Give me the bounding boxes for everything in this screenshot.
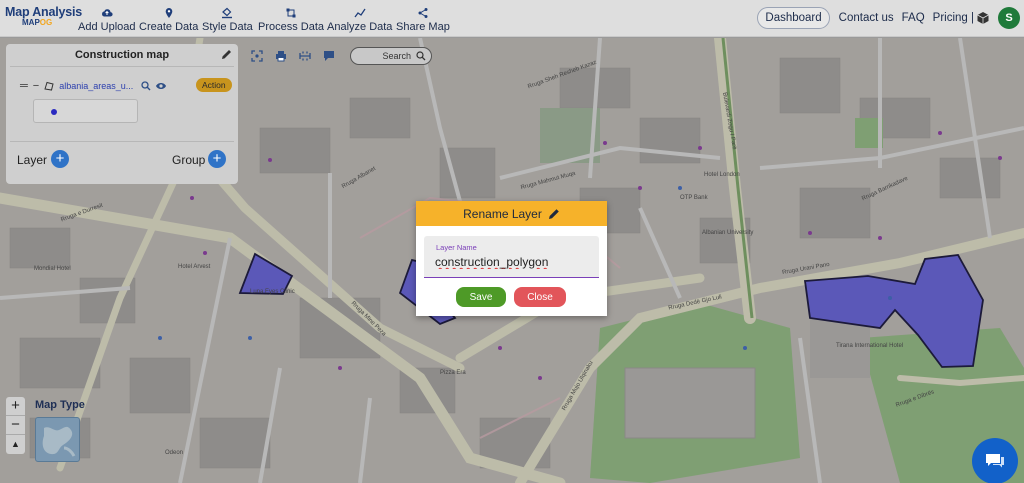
divider bbox=[10, 141, 234, 142]
zoom-out-button[interactable]: − bbox=[6, 416, 25, 435]
analyze-icon bbox=[353, 6, 367, 20]
cube-icon[interactable] bbox=[976, 11, 990, 25]
group-label: Group bbox=[172, 153, 206, 167]
nav-process-data[interactable]: Process Data bbox=[258, 6, 324, 33]
brand-logo[interactable]: Map Analysis MAPOG bbox=[5, 5, 83, 27]
rename-layer-dialog: Rename Layer Layer Name Save Close bbox=[416, 201, 607, 316]
chat-support-button[interactable] bbox=[972, 438, 1018, 483]
add-layer-button[interactable]: + bbox=[51, 150, 69, 168]
chat-bubble-icon bbox=[986, 454, 1004, 468]
share-icon bbox=[416, 6, 430, 20]
collapse-icon[interactable]: − bbox=[33, 80, 39, 92]
comment-icon[interactable] bbox=[322, 49, 336, 63]
edit-pencil-icon bbox=[548, 208, 559, 219]
search-input[interactable]: Search bbox=[350, 47, 432, 65]
compass-icon[interactable]: ▲ bbox=[6, 435, 25, 454]
right-nav: Dashboard Contact us FAQ Pricing | S bbox=[757, 7, 1020, 29]
layer-panel: Construction map ═ − albania_areas_u... … bbox=[6, 44, 238, 184]
nav-label: Process Data bbox=[258, 21, 325, 33]
nav-analyze-data[interactable]: Analyze Data bbox=[327, 6, 392, 33]
search-icon bbox=[416, 51, 426, 61]
map-type-label: Map Type bbox=[35, 399, 85, 411]
layer-item[interactable]: ═ − albania_areas_u... bbox=[20, 80, 167, 92]
nav-create-data[interactable]: Create Data bbox=[139, 6, 198, 33]
measure-icon[interactable] bbox=[298, 49, 312, 63]
map-label: Mondial Hotel bbox=[34, 266, 71, 272]
nav-label: Style Data bbox=[202, 21, 253, 33]
cloud-upload-icon bbox=[100, 6, 114, 20]
layer-legend bbox=[33, 99, 138, 123]
nav-style-data[interactable]: Style Data bbox=[202, 6, 253, 33]
layer-name-input[interactable] bbox=[435, 255, 593, 269]
map-label: Tirana International Hotel bbox=[836, 343, 904, 349]
map-label: Luna Eyes Clinic bbox=[250, 289, 295, 295]
layer-label: Layer bbox=[17, 153, 48, 167]
map-label: Odeon bbox=[165, 450, 184, 456]
nav-label: Create Data bbox=[139, 21, 199, 33]
layer-name[interactable]: albania_areas_u... bbox=[59, 81, 133, 91]
nav-label: Add Upload bbox=[78, 21, 136, 33]
nav-share-map[interactable]: Share Map bbox=[396, 6, 450, 33]
process-icon bbox=[284, 6, 298, 20]
pricing-link[interactable]: Pricing | bbox=[933, 12, 974, 24]
paint-bucket-icon bbox=[220, 6, 234, 20]
save-button[interactable]: Save bbox=[456, 287, 506, 307]
map-toolbar: Search bbox=[250, 47, 432, 65]
avatar[interactable]: S bbox=[998, 7, 1020, 29]
fullscreen-icon[interactable] bbox=[250, 49, 264, 63]
dashboard-button[interactable]: Dashboard bbox=[757, 7, 830, 29]
divider bbox=[10, 66, 234, 67]
map-type-thumbnail[interactable] bbox=[35, 417, 80, 462]
map-label: Hotel Arvest bbox=[178, 264, 211, 270]
visibility-eye-icon[interactable] bbox=[155, 81, 167, 91]
panel-title: Construction map bbox=[74, 49, 170, 61]
polygon-icon bbox=[44, 81, 54, 91]
legend-swatch bbox=[51, 109, 57, 115]
drag-handle-icon[interactable]: ═ bbox=[20, 80, 28, 92]
map-label: Hotel London bbox=[704, 172, 740, 178]
zoom-in-button[interactable]: + bbox=[6, 397, 25, 416]
close-button[interactable]: Close bbox=[514, 287, 566, 307]
map-label: Albanian University bbox=[702, 230, 754, 236]
dialog-header: Rename Layer bbox=[416, 201, 607, 226]
zoom-controls: + − ▲ bbox=[6, 397, 25, 454]
map-label: Pizza Era bbox=[440, 370, 466, 376]
map-label: OTP Bank bbox=[680, 195, 708, 201]
print-icon[interactable] bbox=[274, 49, 288, 63]
edit-pencil-icon[interactable] bbox=[221, 49, 232, 60]
search-label: Search bbox=[382, 51, 411, 61]
action-button[interactable]: Action bbox=[196, 78, 232, 92]
layer-name-field: Layer Name bbox=[424, 236, 599, 278]
nav-add-upload[interactable]: Add Upload bbox=[78, 6, 136, 33]
brand-title: Map Analysis bbox=[5, 5, 83, 19]
zoom-to-layer-icon[interactable] bbox=[141, 81, 151, 91]
field-label: Layer Name bbox=[436, 243, 477, 252]
map-pin-icon bbox=[162, 6, 176, 20]
top-navbar: Map Analysis MAPOG Add Upload Create Dat… bbox=[0, 0, 1024, 37]
nav-label: Share Map bbox=[396, 21, 450, 33]
dialog-title: Rename Layer bbox=[463, 206, 542, 221]
faq-link[interactable]: FAQ bbox=[902, 12, 925, 24]
brand-subtitle: MAPOG bbox=[22, 18, 53, 27]
contact-link[interactable]: Contact us bbox=[839, 12, 894, 24]
globe-map-icon bbox=[42, 426, 76, 457]
add-group-button[interactable]: + bbox=[208, 150, 226, 168]
nav-label: Analyze Data bbox=[327, 21, 393, 33]
